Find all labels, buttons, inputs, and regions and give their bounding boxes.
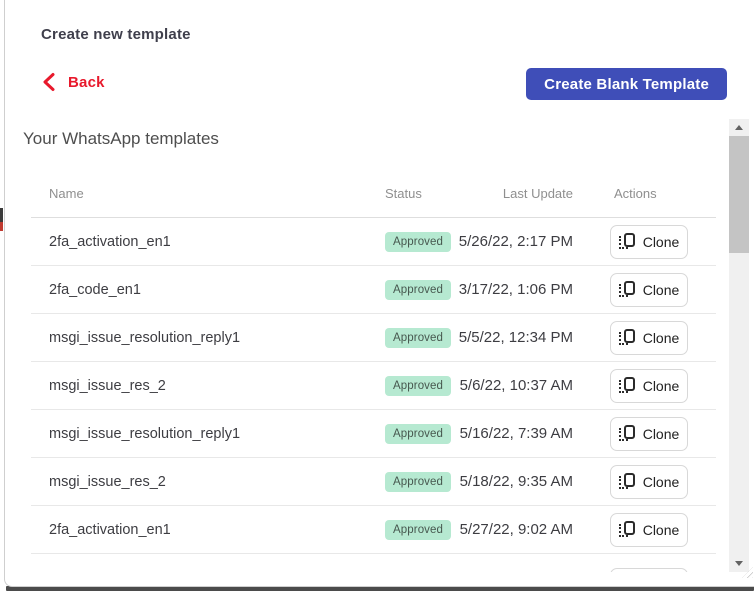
clone-button[interactable]: Clone xyxy=(610,368,688,403)
clone-button[interactable]: Clone xyxy=(610,464,688,499)
clone-icon xyxy=(618,473,635,490)
status-badge: Approved xyxy=(385,471,452,492)
background-artifact xyxy=(0,222,3,231)
last-update: 5/27/22, 9:02 AM xyxy=(459,521,573,538)
back-button[interactable]: Back xyxy=(41,72,105,92)
scroll-down-button[interactable] xyxy=(729,555,749,572)
clone-label: Clone xyxy=(642,521,680,538)
background-artifact xyxy=(0,208,3,222)
section-heading: Your WhatsApp templates xyxy=(23,129,219,148)
triangle-down-icon xyxy=(735,561,743,566)
clone-label: Clone xyxy=(642,281,680,298)
back-label: Back xyxy=(68,73,105,91)
clone-button[interactable]: Clone xyxy=(610,224,688,259)
scrollbar-thumb[interactable] xyxy=(729,136,749,253)
status-badge: Approved xyxy=(385,423,452,444)
template-name: 2fa_code_en1 xyxy=(49,281,141,298)
clone-button[interactable]: Clone xyxy=(610,272,688,307)
clone-icon xyxy=(618,233,635,250)
clone-icon xyxy=(618,329,635,346)
clone-button[interactable]: Clone xyxy=(610,416,688,451)
triangle-up-icon xyxy=(735,125,743,130)
clone-icon xyxy=(618,521,635,538)
status-badge: Approved xyxy=(385,327,452,348)
chevron-left-icon xyxy=(41,72,56,92)
table-row: msgi_issue_resolution_reply1 Approved 5/… xyxy=(31,410,716,458)
clone-button[interactable]: Clone xyxy=(610,568,688,572)
column-header-status: Status xyxy=(385,186,422,201)
table-header-row: Name Status Last Update Actions xyxy=(31,170,716,218)
clone-label: Clone xyxy=(642,473,680,490)
clone-label: Clone xyxy=(642,329,680,346)
last-update: 5/6/22, 10:37 AM xyxy=(459,377,573,394)
clone-icon xyxy=(618,281,635,298)
last-update: 5/26/22, 2:17 PM xyxy=(458,233,573,250)
clone-icon xyxy=(618,377,635,394)
table-row: msgi_issue_res_2 Approved 5/18/22, 9:35 … xyxy=(31,458,716,506)
last-update: 5/18/22, 9:35 AM xyxy=(459,473,573,490)
table-row: 2fa_activation_en1 Approved 5/26/22, 2:1… xyxy=(31,218,716,266)
create-template-modal: Create new template Back Create Blank Te… xyxy=(4,0,754,587)
clone-label: Clone xyxy=(642,377,680,394)
template-name: msgi_issue_resolution_reply1 xyxy=(49,425,241,442)
template-name: 2fa_activation_en1 xyxy=(49,521,171,538)
status-badge: Approved xyxy=(385,519,452,540)
table-row: msgi_issue_resolution_reply1 Approved 5/… xyxy=(31,314,716,362)
create-blank-template-button[interactable]: Create Blank Template xyxy=(526,68,727,100)
vertical-scrollbar[interactable] xyxy=(729,119,749,572)
template-name: msgi_issue_res_2 xyxy=(49,377,166,394)
status-badge: Approved xyxy=(385,375,452,396)
column-header-name: Name xyxy=(49,186,84,201)
table-row-partial: Clone xyxy=(31,554,716,572)
table-row: msgi_issue_res_2 Approved 5/6/22, 10:37 … xyxy=(31,362,716,410)
status-badge: Approved xyxy=(385,231,452,252)
clone-button[interactable]: Clone xyxy=(610,320,688,355)
column-header-last-update: Last Update xyxy=(502,186,573,201)
clone-label: Clone xyxy=(642,425,680,442)
clone-icon xyxy=(618,425,635,442)
clone-label: Clone xyxy=(642,233,680,250)
template-name: msgi_issue_resolution_reply1 xyxy=(49,329,241,346)
last-update: 5/5/22, 12:34 PM xyxy=(458,329,573,346)
last-update: 3/17/22, 1:06 PM xyxy=(458,281,573,298)
column-header-actions: Actions xyxy=(614,186,657,201)
scroll-up-button[interactable] xyxy=(729,119,749,136)
templates-scroll-area: Your WhatsApp templates Name Status Last… xyxy=(5,118,726,572)
templates-table: Name Status Last Update Actions 2fa_acti… xyxy=(31,170,716,572)
status-badge: Approved xyxy=(385,279,452,300)
clone-button[interactable]: Clone xyxy=(610,512,688,547)
template-name: msgi_issue_res_2 xyxy=(49,473,166,490)
last-update: 5/16/22, 7:39 AM xyxy=(459,425,573,442)
modal-title: Create new template xyxy=(41,26,191,43)
template-name: 2fa_activation_en1 xyxy=(49,233,171,250)
table-row: 2fa_activation_en1 Approved 5/27/22, 9:0… xyxy=(31,506,716,554)
table-row: 2fa_code_en1 Approved 3/17/22, 1:06 PM C… xyxy=(31,266,716,314)
